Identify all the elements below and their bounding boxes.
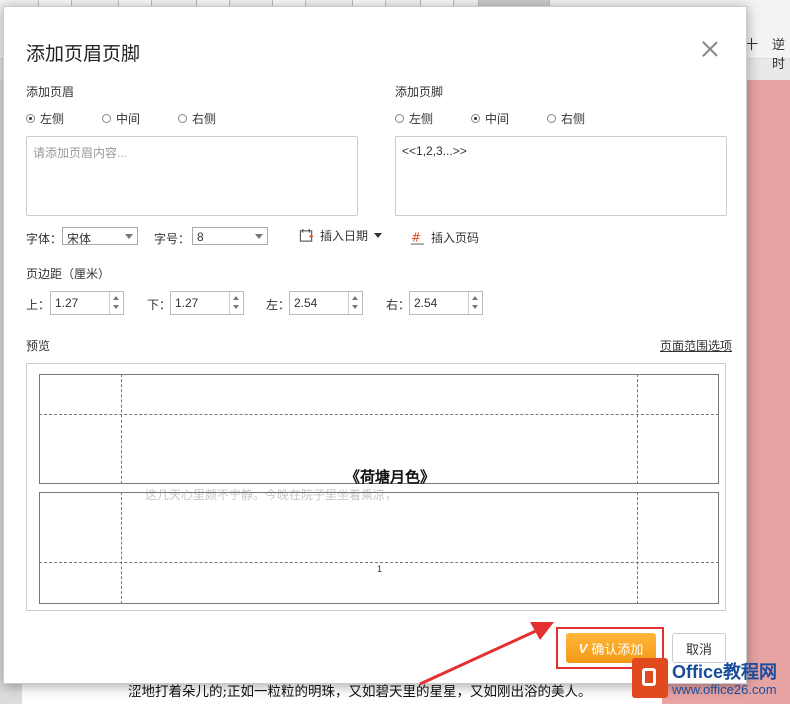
spin-up-icon[interactable] — [352, 296, 358, 300]
radio-icon — [178, 114, 187, 123]
spin-down-icon[interactable] — [233, 305, 239, 309]
watermark-logo: Office教程网 www.office26.com — [632, 656, 790, 702]
footer-section-label: 添加页脚 — [395, 85, 444, 99]
toolbar-label: 逆时 — [772, 37, 786, 71]
watermark-title: Office教程网 — [672, 662, 778, 682]
margin-right-stepper[interactable]: 2.54 — [409, 291, 483, 315]
spin-down-icon[interactable] — [352, 305, 358, 309]
dialog-title: 添加页眉页脚 — [26, 44, 141, 65]
header-align-right[interactable]: 右侧 — [178, 110, 216, 127]
margin-right-label: 右： — [386, 298, 411, 312]
page-range-options-link[interactable]: 页面范围选项 — [660, 337, 732, 354]
margin-left-label: 左： — [266, 298, 291, 312]
header-content-input[interactable]: 请添加页眉内容... — [26, 136, 358, 216]
margin-top-label: 上： — [26, 298, 51, 312]
radio-icon — [102, 114, 111, 123]
footer-align-left[interactable]: 左侧 — [395, 110, 433, 127]
header-section-label: 添加页眉 — [26, 85, 75, 99]
margin-left-stepper[interactable]: 2.54 — [289, 291, 363, 315]
radio-icon — [547, 114, 556, 123]
close-icon[interactable] — [698, 37, 722, 61]
margins-label: 页边距（厘米） — [26, 267, 111, 281]
footer-align-right[interactable]: 右侧 — [547, 110, 585, 127]
preview-footer-box — [39, 492, 719, 604]
preview-guide — [637, 374, 638, 484]
spin-up-icon[interactable] — [233, 296, 239, 300]
preview-guide — [39, 562, 719, 563]
preview-document-title: 《荷塘月色》 — [345, 468, 436, 486]
header-footer-dialog: 添加页眉页脚 添加页眉 左侧 中间 右侧 请添加页眉内容... 添加页脚 左侧 … — [3, 6, 747, 684]
margin-bottom-stepper[interactable]: 1.27 — [170, 291, 244, 315]
insert-page-number-button[interactable]: # 插入页码 — [410, 229, 479, 246]
chevron-down-icon — [125, 234, 133, 239]
preview-guide — [121, 374, 122, 484]
spin-up-icon[interactable] — [113, 296, 119, 300]
spin-down-icon[interactable] — [113, 305, 119, 309]
radio-selected-icon — [26, 114, 35, 123]
footer-content-input[interactable]: <<1,2,3...>> — [395, 136, 727, 216]
radio-icon — [395, 114, 404, 123]
spin-up-icon[interactable] — [472, 296, 478, 300]
footer-align-center[interactable]: 中间 — [471, 110, 509, 127]
preview-panel: 《荷塘月色》 这几天心里颇不宁静。今晚在院子里坐着乘凉， 1 — [26, 363, 726, 611]
spin-down-icon[interactable] — [472, 305, 478, 309]
svg-text:#: # — [411, 230, 421, 244]
margin-bottom-label: 下： — [147, 298, 172, 312]
header-align-center[interactable]: 中间 — [102, 110, 140, 127]
preview-guide — [39, 414, 719, 415]
radio-selected-icon — [471, 114, 480, 123]
font-size-select[interactable]: 8 — [192, 227, 268, 245]
font-size-label: 字号： — [154, 232, 191, 246]
watermark-url: www.office26.com — [672, 682, 777, 697]
office-logo-icon — [632, 658, 668, 698]
chevron-down-icon — [255, 234, 263, 239]
preview-guide — [637, 492, 638, 604]
preview-label: 预览 — [26, 339, 51, 353]
font-select[interactable]: 宋体 — [62, 227, 138, 246]
calendar-icon — [299, 228, 314, 242]
header-align-left[interactable]: 左侧 — [26, 110, 64, 127]
preview-guide — [121, 492, 122, 604]
preview-page-number: 1 — [377, 564, 383, 574]
page-number-icon: # — [410, 230, 425, 245]
insert-date-button[interactable]: 插入日期 — [299, 227, 383, 244]
chevron-down-icon — [374, 233, 383, 238]
margin-top-stepper[interactable]: 1.27 — [50, 291, 124, 315]
font-label: 字体： — [26, 232, 63, 246]
